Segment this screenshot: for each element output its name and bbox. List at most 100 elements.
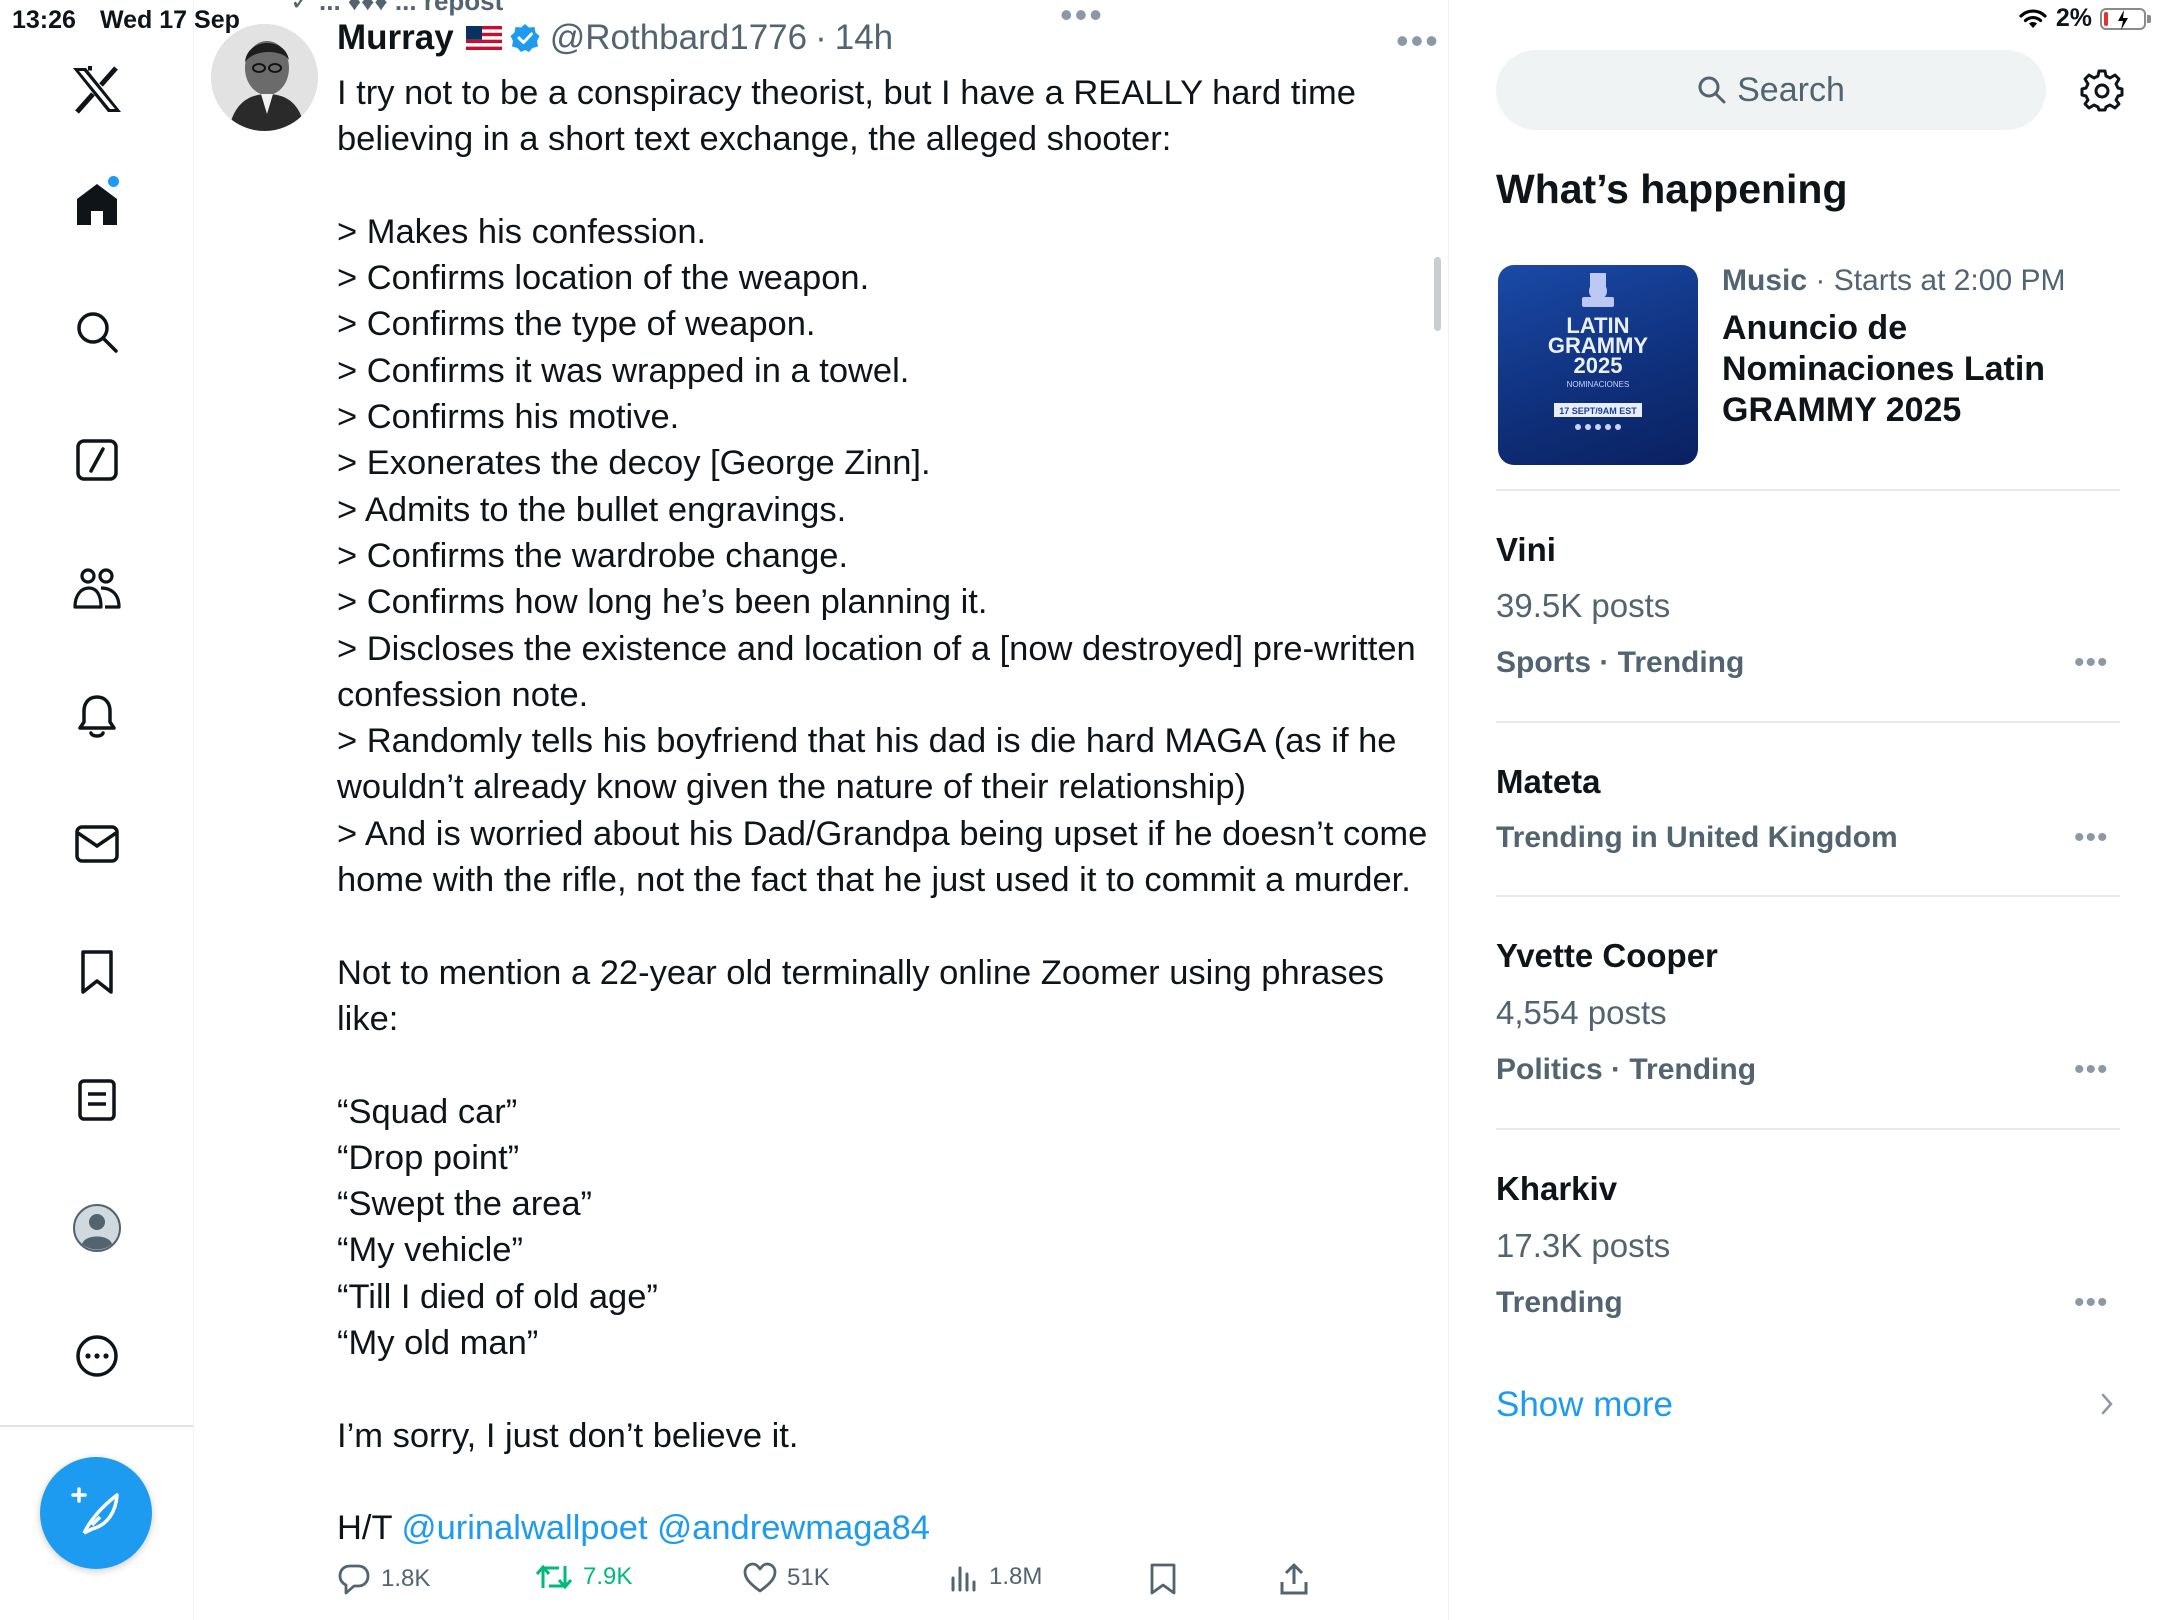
separator-dot: · — [815, 18, 827, 57]
tweet-text-line: “Till I died of old age” — [337, 1277, 658, 1316]
scrollbar-thumb[interactable] — [1434, 257, 1441, 331]
tweet-text-line: wouldn’t already know given the nature o… — [337, 768, 1247, 807]
left-navigation — [0, 0, 194, 1620]
like-button[interactable]: 51K — [743, 1562, 830, 1594]
notification-dot — [107, 176, 119, 187]
grammy-date: 17 SEPT/9AM EST — [1559, 406, 1637, 416]
reply-button[interactable]: 1.8K — [337, 1562, 430, 1596]
home-icon — [76, 184, 117, 225]
trend-meta: Trending — [1496, 1286, 1623, 1319]
view-count: 1.8M — [989, 1563, 1043, 1590]
more-circle-icon — [75, 1335, 118, 1377]
like-count: 51K — [787, 1564, 830, 1591]
nav-grok[interactable] — [59, 422, 135, 498]
featured-trend-title[interactable]: Anuncio de Nominaciones Latin GRAMMY 202… — [1722, 308, 2082, 431]
latin-grammy-thumbnail[interactable]: LATIN GRAMMY 2025 NOMINACIONES 17 SEPT/9… — [1498, 265, 1698, 465]
trend-more-button[interactable]: ••• — [2074, 1053, 2109, 1087]
trend-divider — [1496, 895, 2120, 897]
nav-messages[interactable] — [59, 806, 135, 882]
tweet-text-line: > Confirms how long he’s been planning i… — [337, 583, 988, 622]
tweet-text-line: > Confirms the wardrobe change. — [337, 536, 849, 575]
author-handle[interactable]: @Rothbard1776 — [550, 18, 807, 58]
repost-button[interactable]: 7.9K — [535, 1562, 632, 1592]
views-button[interactable]: 1.8M — [949, 1562, 1042, 1592]
tweet-text-line: > And is worried about his Dad/Grandpa b… — [337, 814, 1428, 853]
trend-divider — [1496, 721, 2120, 723]
profile-avatar-icon — [72, 1204, 121, 1252]
author-avatar[interactable] — [211, 24, 318, 131]
search-icon — [76, 312, 118, 353]
tweet-text-line: “Squad car” — [337, 1092, 518, 1131]
trend-name[interactable]: Kharkiv — [1496, 1170, 1617, 1208]
trend-meta: Sports · Trending — [1496, 646, 1745, 679]
trend-more-button[interactable]: ••• — [2074, 1286, 2109, 1320]
trend-name[interactable]: Mateta — [1496, 763, 1601, 801]
trend-more-button[interactable]: ••• — [2074, 646, 2109, 680]
trend-more-button[interactable]: ••• — [2074, 821, 2109, 855]
chevron-right-icon[interactable] — [2100, 1392, 2114, 1416]
nav-bookmarks[interactable] — [59, 934, 135, 1010]
nav-explore[interactable] — [59, 294, 135, 370]
nav-more[interactable] — [59, 1318, 135, 1394]
hat-tip-line: H/T @urinalwallpoet @andrewmaga84 — [337, 1505, 1437, 1551]
tweet-text-line: home with the rifle, not the fact that h… — [337, 861, 1411, 900]
status-indicators: 2% — [2018, 4, 2151, 33]
repost-count: 7.9K — [583, 1563, 633, 1590]
bookmark-tweet-button[interactable] — [1149, 1562, 1177, 1596]
verified-badge-icon[interactable] — [510, 23, 540, 53]
featured-category: Music — [1722, 264, 1808, 297]
x-logo-icon[interactable] — [59, 52, 135, 128]
trend-posts: 39.5K posts — [1496, 587, 1671, 624]
nav-lists[interactable] — [59, 1062, 135, 1138]
nav-home[interactable] — [59, 166, 135, 242]
tweet-text-line: like: — [337, 999, 399, 1038]
trend-name[interactable]: Vini — [1496, 531, 1556, 569]
reply-icon — [338, 1564, 370, 1595]
mention-link[interactable]: @urinalwallpoet — [402, 1509, 648, 1547]
tweet-text-line: “My old man” — [337, 1324, 539, 1363]
tweet-text: I try not to be a conspiracy theorist, b… — [337, 70, 1437, 1459]
tweet-more-button[interactable]: ••• — [1396, 20, 1440, 62]
show-more-link[interactable]: Show more — [1496, 1385, 1673, 1425]
grammy-line4: NOMINACIONES — [1567, 380, 1630, 389]
heart-icon — [743, 1562, 777, 1593]
tweet-actions: 1.8K 7.9K 51K 1.8M — [337, 1562, 1337, 1606]
mention-link[interactable]: @andrewmaga84 — [657, 1509, 930, 1547]
search-icon — [1698, 76, 1726, 104]
compose-button[interactable] — [40, 1457, 152, 1569]
tweet-time[interactable]: 14h — [835, 18, 893, 58]
lists-icon — [77, 1079, 116, 1121]
reply-count: 1.8K — [381, 1565, 431, 1592]
tweet-text-line: “Swept the area” — [337, 1185, 593, 1224]
wifi-icon — [2019, 8, 2047, 28]
nav-profile[interactable] — [59, 1190, 135, 1266]
tweet-text-line: > Exonerates the decoy [George Zinn]. — [337, 444, 931, 483]
tweet-text-line: > Confirms location of the weapon. — [337, 259, 870, 298]
repost-banner: ✓ ... ♦♦♦ ... repost — [290, 0, 504, 16]
trend-meta: Trending in United Kingdom — [1496, 821, 1898, 854]
featured-trend-meta: Music · Starts at 2:00 PM — [1722, 264, 2065, 298]
settings-button[interactable] — [2080, 68, 2124, 117]
author-name[interactable]: Murray — [337, 18, 454, 58]
nav-notifications[interactable] — [59, 678, 135, 754]
share-icon — [1280, 1563, 1308, 1595]
nav-communities[interactable] — [59, 550, 135, 626]
ht-prefix: H/T — [337, 1509, 402, 1547]
trend-meta: Politics · Trending — [1496, 1053, 1757, 1086]
battery-percent: 2% — [2055, 4, 2092, 32]
tweet-text-line: believing in a short text exchange, the … — [337, 120, 1172, 159]
repost-more-dots[interactable]: ••• — [1060, 0, 1104, 36]
tweet-text-line: Not to mention a 22-year old terminally … — [337, 953, 1385, 992]
tweet-text-line: “My vehicle” — [337, 1231, 523, 1270]
grammy-line3: 2025 — [1574, 353, 1623, 378]
trend-name[interactable]: Yvette Cooper — [1496, 937, 1718, 975]
gear-icon — [2080, 69, 2124, 112]
share-button[interactable] — [1279, 1562, 1309, 1596]
bookmark-icon — [1150, 1563, 1176, 1595]
search-input[interactable]: Search — [1496, 50, 2046, 130]
whats-happening-heading: What’s happening — [1496, 166, 1848, 212]
